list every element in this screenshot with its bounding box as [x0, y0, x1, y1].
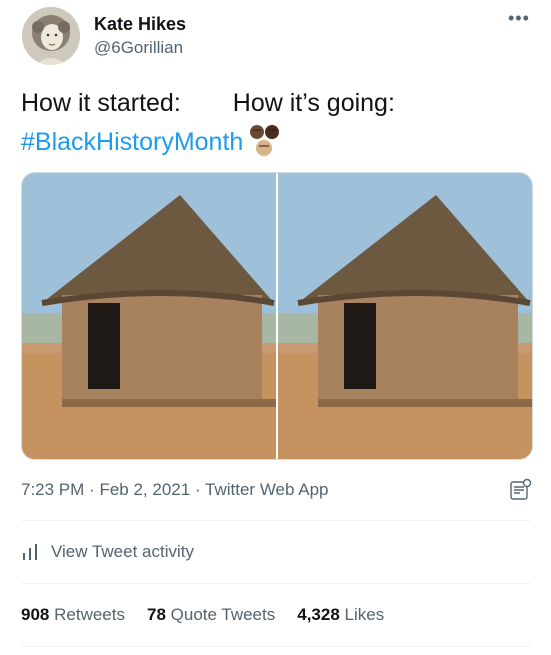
- retweets-label: Retweets: [54, 605, 125, 624]
- bar-chart-icon: [23, 544, 37, 560]
- tweet-media[interactable]: [21, 172, 533, 460]
- thatched-hut-photo-right[interactable]: [278, 173, 532, 459]
- avatar[interactable]: [22, 7, 80, 65]
- vintage-portrait-avatar-icon: [22, 7, 80, 65]
- author-name[interactable]: Kate Hikes: [94, 14, 186, 35]
- likes-stat[interactable]: 4,328 Likes: [297, 605, 384, 625]
- tweet-time-link[interactable]: 7:23 PM · Feb 2, 2021: [21, 480, 190, 499]
- tweet-date: Feb 2, 2021: [99, 480, 191, 499]
- view-tweet-activity-label: View Tweet activity: [51, 542, 194, 561]
- tweet-meta: 7:23 PM · Feb 2, 2021 · Twitter Web App: [21, 480, 329, 500]
- view-tweet-activity[interactable]: View Tweet activity: [21, 542, 194, 562]
- divider: [21, 646, 531, 647]
- divider: [21, 583, 531, 584]
- analytics-icon[interactable]: [508, 478, 532, 502]
- hashtag-row: #BlackHistoryMonth: [21, 124, 283, 160]
- retweets-count: 908: [21, 605, 50, 624]
- more-icon[interactable]: •••: [508, 8, 530, 29]
- tweet-source-link[interactable]: Twitter Web App: [205, 480, 328, 499]
- quote-tweets-label: Quote Tweets: [170, 605, 276, 624]
- author-handle[interactable]: @6Gorillian: [94, 38, 183, 58]
- quote-tweets-count: 78: [146, 605, 166, 624]
- raised-fists-emoji-icon: [250, 125, 280, 156]
- tweet-text-right: How it’s going:: [232, 89, 395, 117]
- thatched-hut-photo-left[interactable]: [22, 173, 276, 459]
- likes-count: 4,328: [297, 605, 340, 624]
- retweets-stat[interactable]: 908 Retweets: [21, 605, 125, 625]
- tweet-text-left: How it started:: [21, 89, 181, 117]
- tweet-time: 7:23 PM: [21, 480, 85, 499]
- likes-label: Likes: [344, 605, 385, 624]
- quote-tweets-stat[interactable]: 78 Quote Tweets: [147, 605, 275, 625]
- meta-separator: ·: [89, 480, 95, 499]
- meta-separator: ·: [194, 480, 201, 499]
- tweet-stats: 908 Retweets 78 Quote Tweets 4,328 Likes: [21, 605, 384, 625]
- tweet-text: How it started: How it’s going:: [21, 89, 395, 118]
- divider: [21, 520, 531, 521]
- hashtag-link[interactable]: #BlackHistoryMonth: [21, 128, 243, 157]
